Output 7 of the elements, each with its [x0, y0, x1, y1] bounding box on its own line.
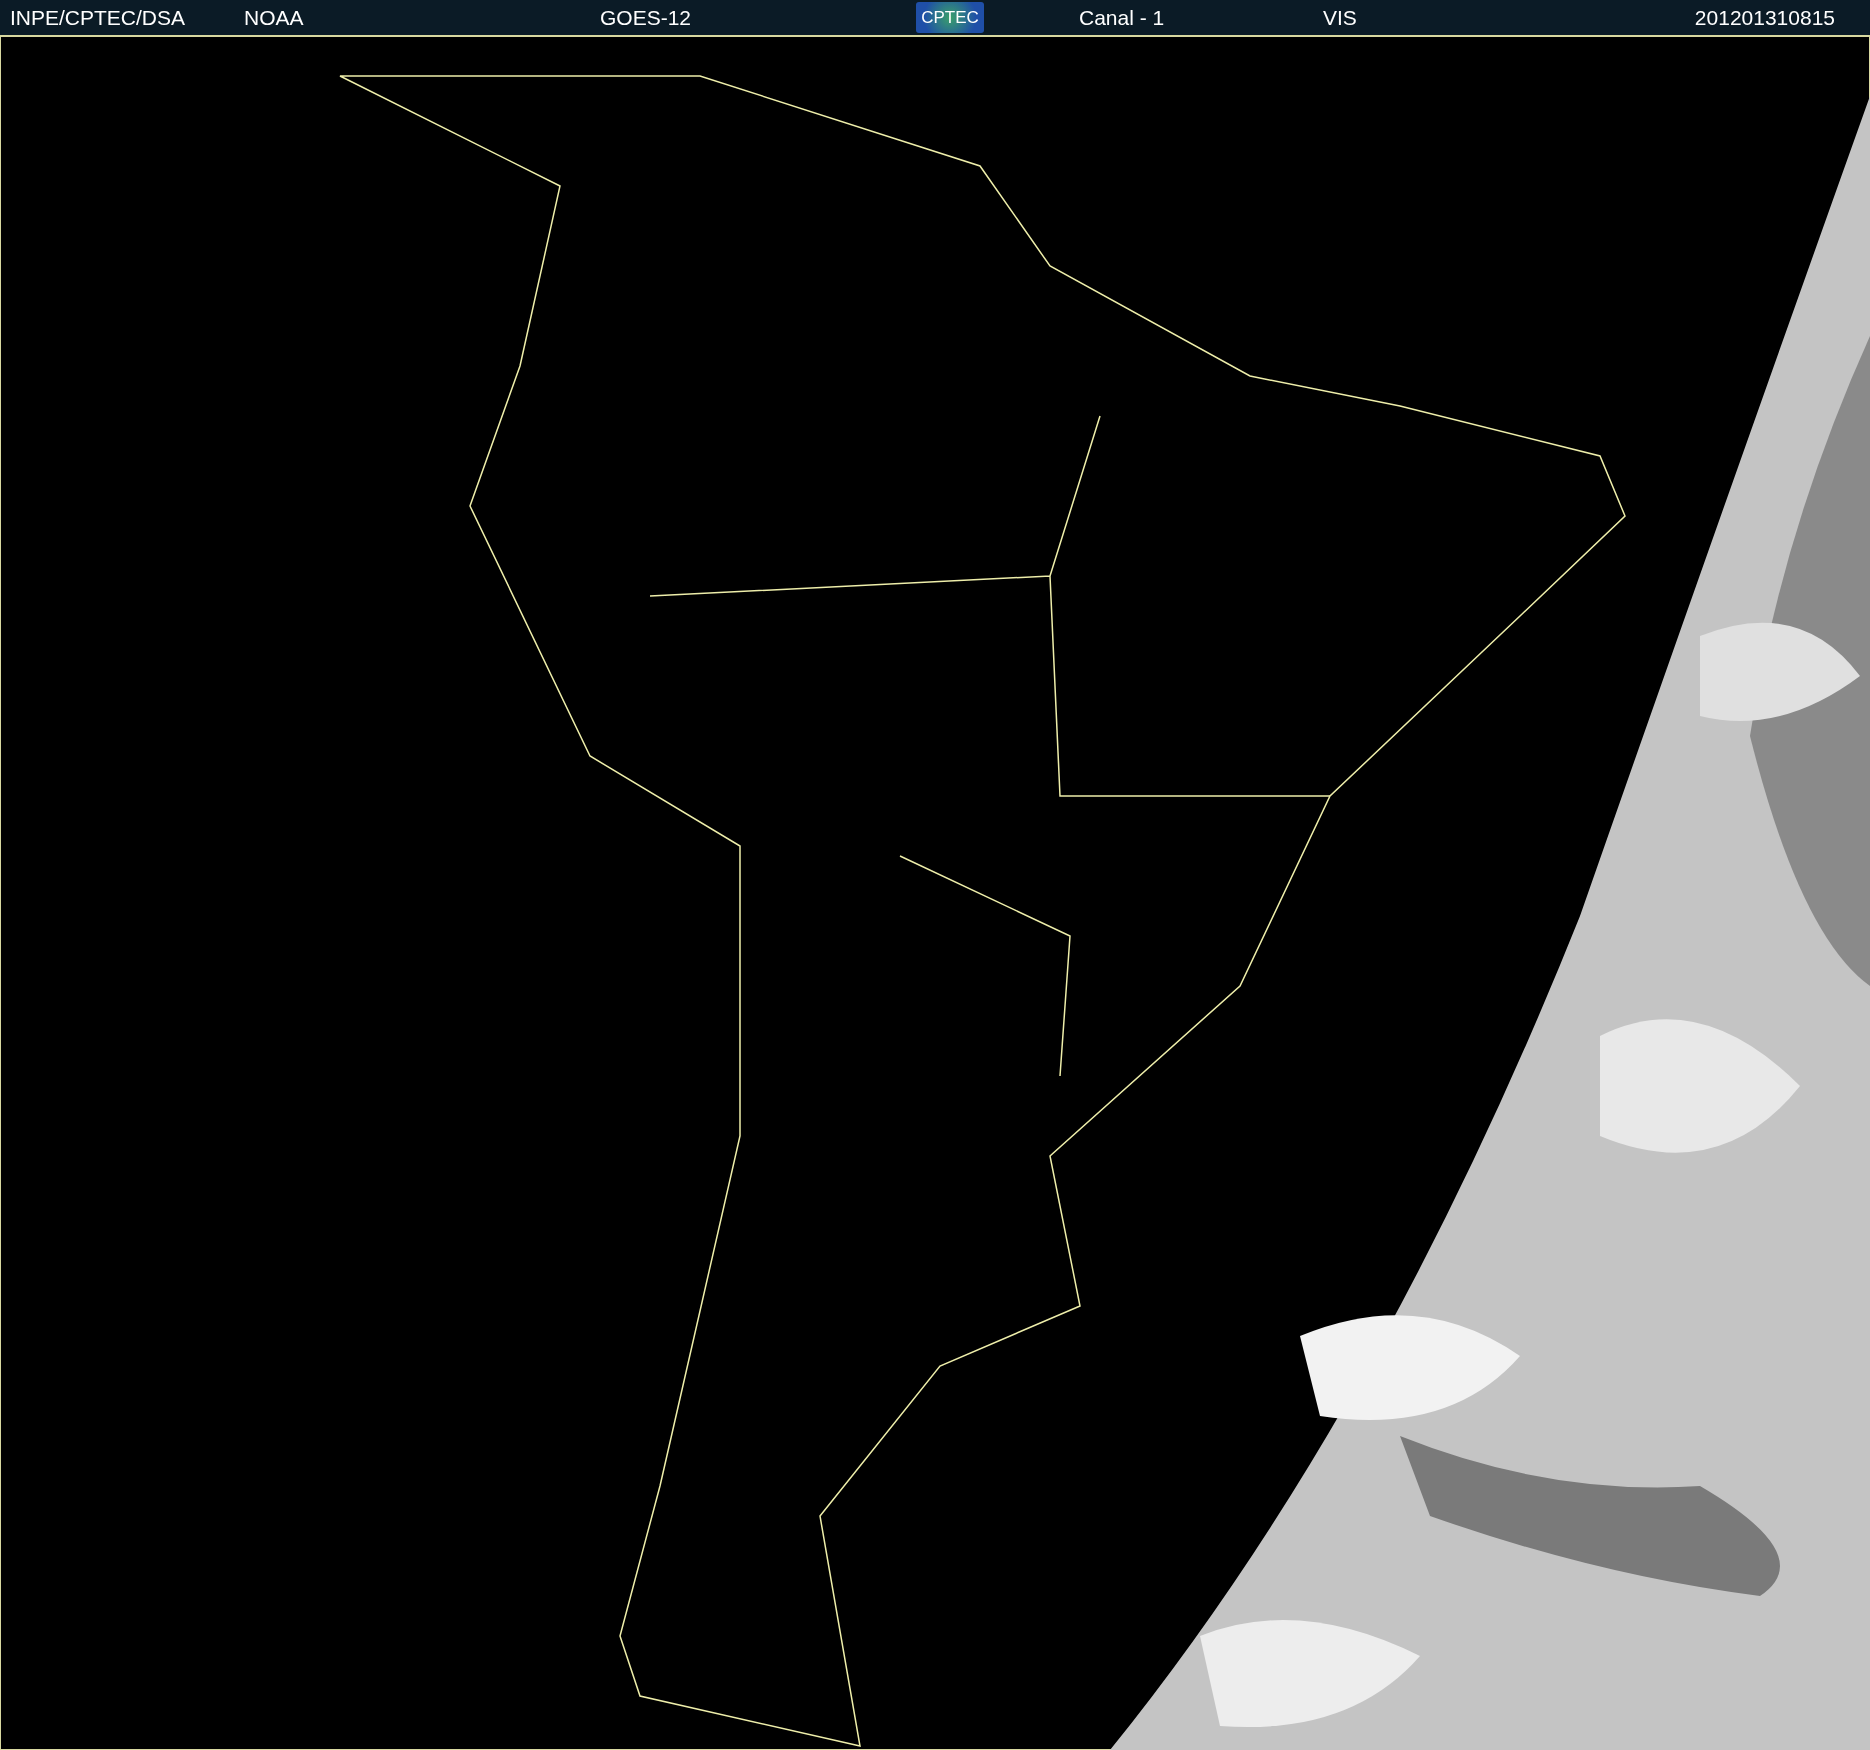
logo-badge: CPTEC [916, 2, 984, 33]
header-label: NOAA [244, 5, 305, 30]
header-label: VIS [1323, 5, 1358, 30]
header-label: GOES-12 [600, 5, 693, 30]
header-label: 201201310815 [1694, 5, 1835, 30]
header-label: Canal - 1 [1079, 5, 1166, 30]
header-label: INPE/CPTEC/DSA [10, 5, 187, 30]
